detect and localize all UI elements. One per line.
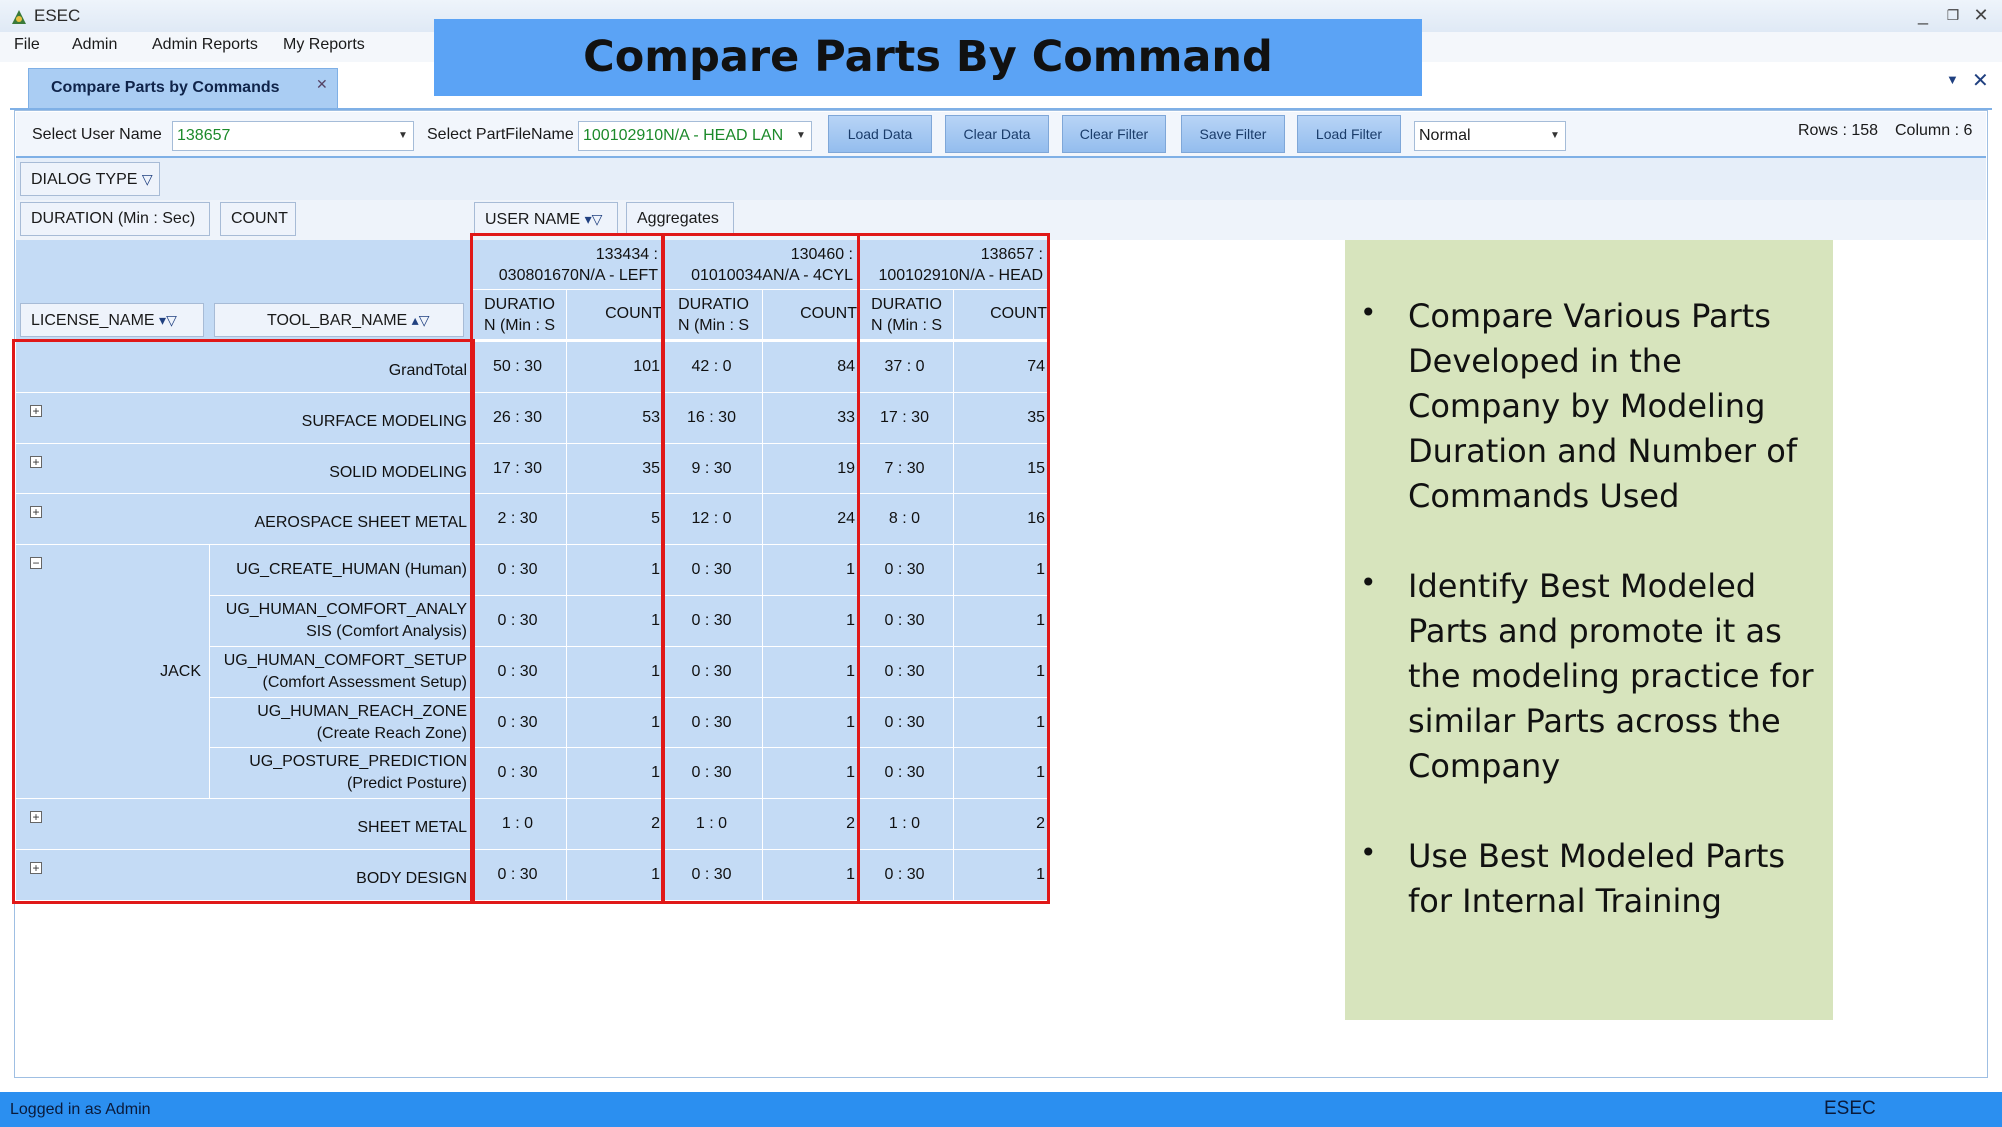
filter-area xyxy=(16,158,1986,200)
panel-close-icon[interactable]: ✕ xyxy=(1972,68,1989,93)
aggregates-field[interactable]: Aggregates xyxy=(626,202,734,236)
tool-bar-name-field[interactable]: TOOL_BAR_NAME ▴▽ xyxy=(214,303,464,337)
user-name-field-label: USER NAME xyxy=(485,211,581,228)
menu-admin-reports[interactable]: Admin Reports xyxy=(152,36,258,54)
chevron-down-icon: ▼ xyxy=(796,130,806,141)
status-bar xyxy=(0,1092,2002,1127)
window-title: ESEC xyxy=(34,6,81,25)
duration-field[interactable]: DURATION (Min : Sec) xyxy=(20,202,210,236)
panel-dropdown-icon[interactable]: ▼ xyxy=(1946,72,1959,87)
note-line: similar Parts across the xyxy=(1408,702,1781,740)
bullet-icon: • xyxy=(1360,566,1377,599)
user-name-field[interactable]: USER NAME ▾▽ xyxy=(474,202,618,236)
sort-up-icon[interactable]: ▴ xyxy=(412,312,419,328)
chevron-down-icon: ▼ xyxy=(398,130,408,141)
load-data-button[interactable]: Load Data xyxy=(828,115,932,153)
user-name-select[interactable]: 138657 ▼ xyxy=(172,121,414,151)
note-line: Developed in the xyxy=(1408,342,1682,380)
part-file-label: Select PartFileName xyxy=(427,126,574,143)
menu-my-reports[interactable]: My Reports xyxy=(283,36,365,54)
part-file-select[interactable]: 100102910N/A - HEAD LAN ▼ xyxy=(578,121,812,151)
column-count: Column : 6 xyxy=(1895,122,1973,139)
highlight-part-column xyxy=(857,233,1050,904)
note-line: for Internal Training xyxy=(1408,882,1722,920)
tab-compare-parts[interactable]: Compare Parts by Commands xyxy=(28,68,338,108)
highlight-part-column xyxy=(662,233,860,904)
note-line: Identify Best Modeled xyxy=(1408,567,1757,605)
status-app: ESEC xyxy=(1824,1098,1876,1119)
mode-select[interactable]: Normal ▼ xyxy=(1414,121,1566,151)
load-filter-button[interactable]: Load Filter xyxy=(1297,115,1401,153)
note-line: Company xyxy=(1408,747,1561,785)
filter-icon[interactable]: ▽ xyxy=(166,312,177,328)
chevron-down-icon: ▼ xyxy=(1550,130,1560,141)
filter-icon[interactable]: ▽ xyxy=(142,171,153,187)
note-line: Parts and promote it as xyxy=(1408,612,1782,650)
bullet-icon: • xyxy=(1360,296,1377,329)
filter-icon[interactable]: ▽ xyxy=(419,312,430,328)
menu-admin[interactable]: Admin xyxy=(72,36,117,54)
bullet-icon: • xyxy=(1360,836,1377,869)
highlight-part-column xyxy=(470,233,664,904)
license-name-field[interactable]: LICENSE_NAME ▾▽ xyxy=(20,303,204,337)
filter-icon[interactable]: ▽ xyxy=(592,211,603,227)
tool-bar-name-label: TOOL_BAR_NAME xyxy=(267,312,408,329)
status-login: Logged in as Admin xyxy=(10,1101,151,1118)
restore-icon[interactable]: ❐ xyxy=(1938,2,1968,28)
save-filter-button[interactable]: Save Filter xyxy=(1181,115,1285,153)
dialog-type-label: DIALOG TYPE xyxy=(31,171,138,188)
note-line: Commands Used xyxy=(1408,477,1680,515)
rows-count: Rows : 158 xyxy=(1798,122,1879,139)
user-name-label: Select User Name xyxy=(32,126,162,143)
minimize-icon[interactable]: _ xyxy=(1908,2,1938,28)
part-file-value: 100102910N/A - HEAD LAN xyxy=(583,127,784,144)
clear-filter-button[interactable]: Clear Filter xyxy=(1062,115,1166,153)
user-name-value: 138657 xyxy=(177,127,231,144)
mode-value: Normal xyxy=(1419,127,1471,144)
clear-data-button[interactable]: Clear Data xyxy=(945,115,1049,153)
license-name-label: LICENSE_NAME xyxy=(31,312,155,329)
menu-file[interactable]: File xyxy=(14,36,40,54)
note-line: Duration and Number of xyxy=(1408,432,1798,470)
note-line: the modeling practice for xyxy=(1408,657,1814,695)
note-line: Use Best Modeled Parts xyxy=(1408,837,1786,875)
count-field[interactable]: COUNT xyxy=(220,202,296,236)
page-banner: Compare Parts By Command xyxy=(434,19,1422,96)
close-window-icon[interactable]: ✕ xyxy=(1966,2,1996,28)
note-line: Company by Modeling xyxy=(1408,387,1766,425)
dialog-type-field[interactable]: DIALOG TYPE ▽ xyxy=(20,162,160,196)
tab-close-icon[interactable]: ✕ xyxy=(316,76,328,93)
note-line: Compare Various Parts xyxy=(1408,297,1771,335)
app-icon xyxy=(12,10,26,24)
highlight-row-headers xyxy=(12,339,475,904)
sort-down-icon[interactable]: ▾ xyxy=(585,211,592,227)
